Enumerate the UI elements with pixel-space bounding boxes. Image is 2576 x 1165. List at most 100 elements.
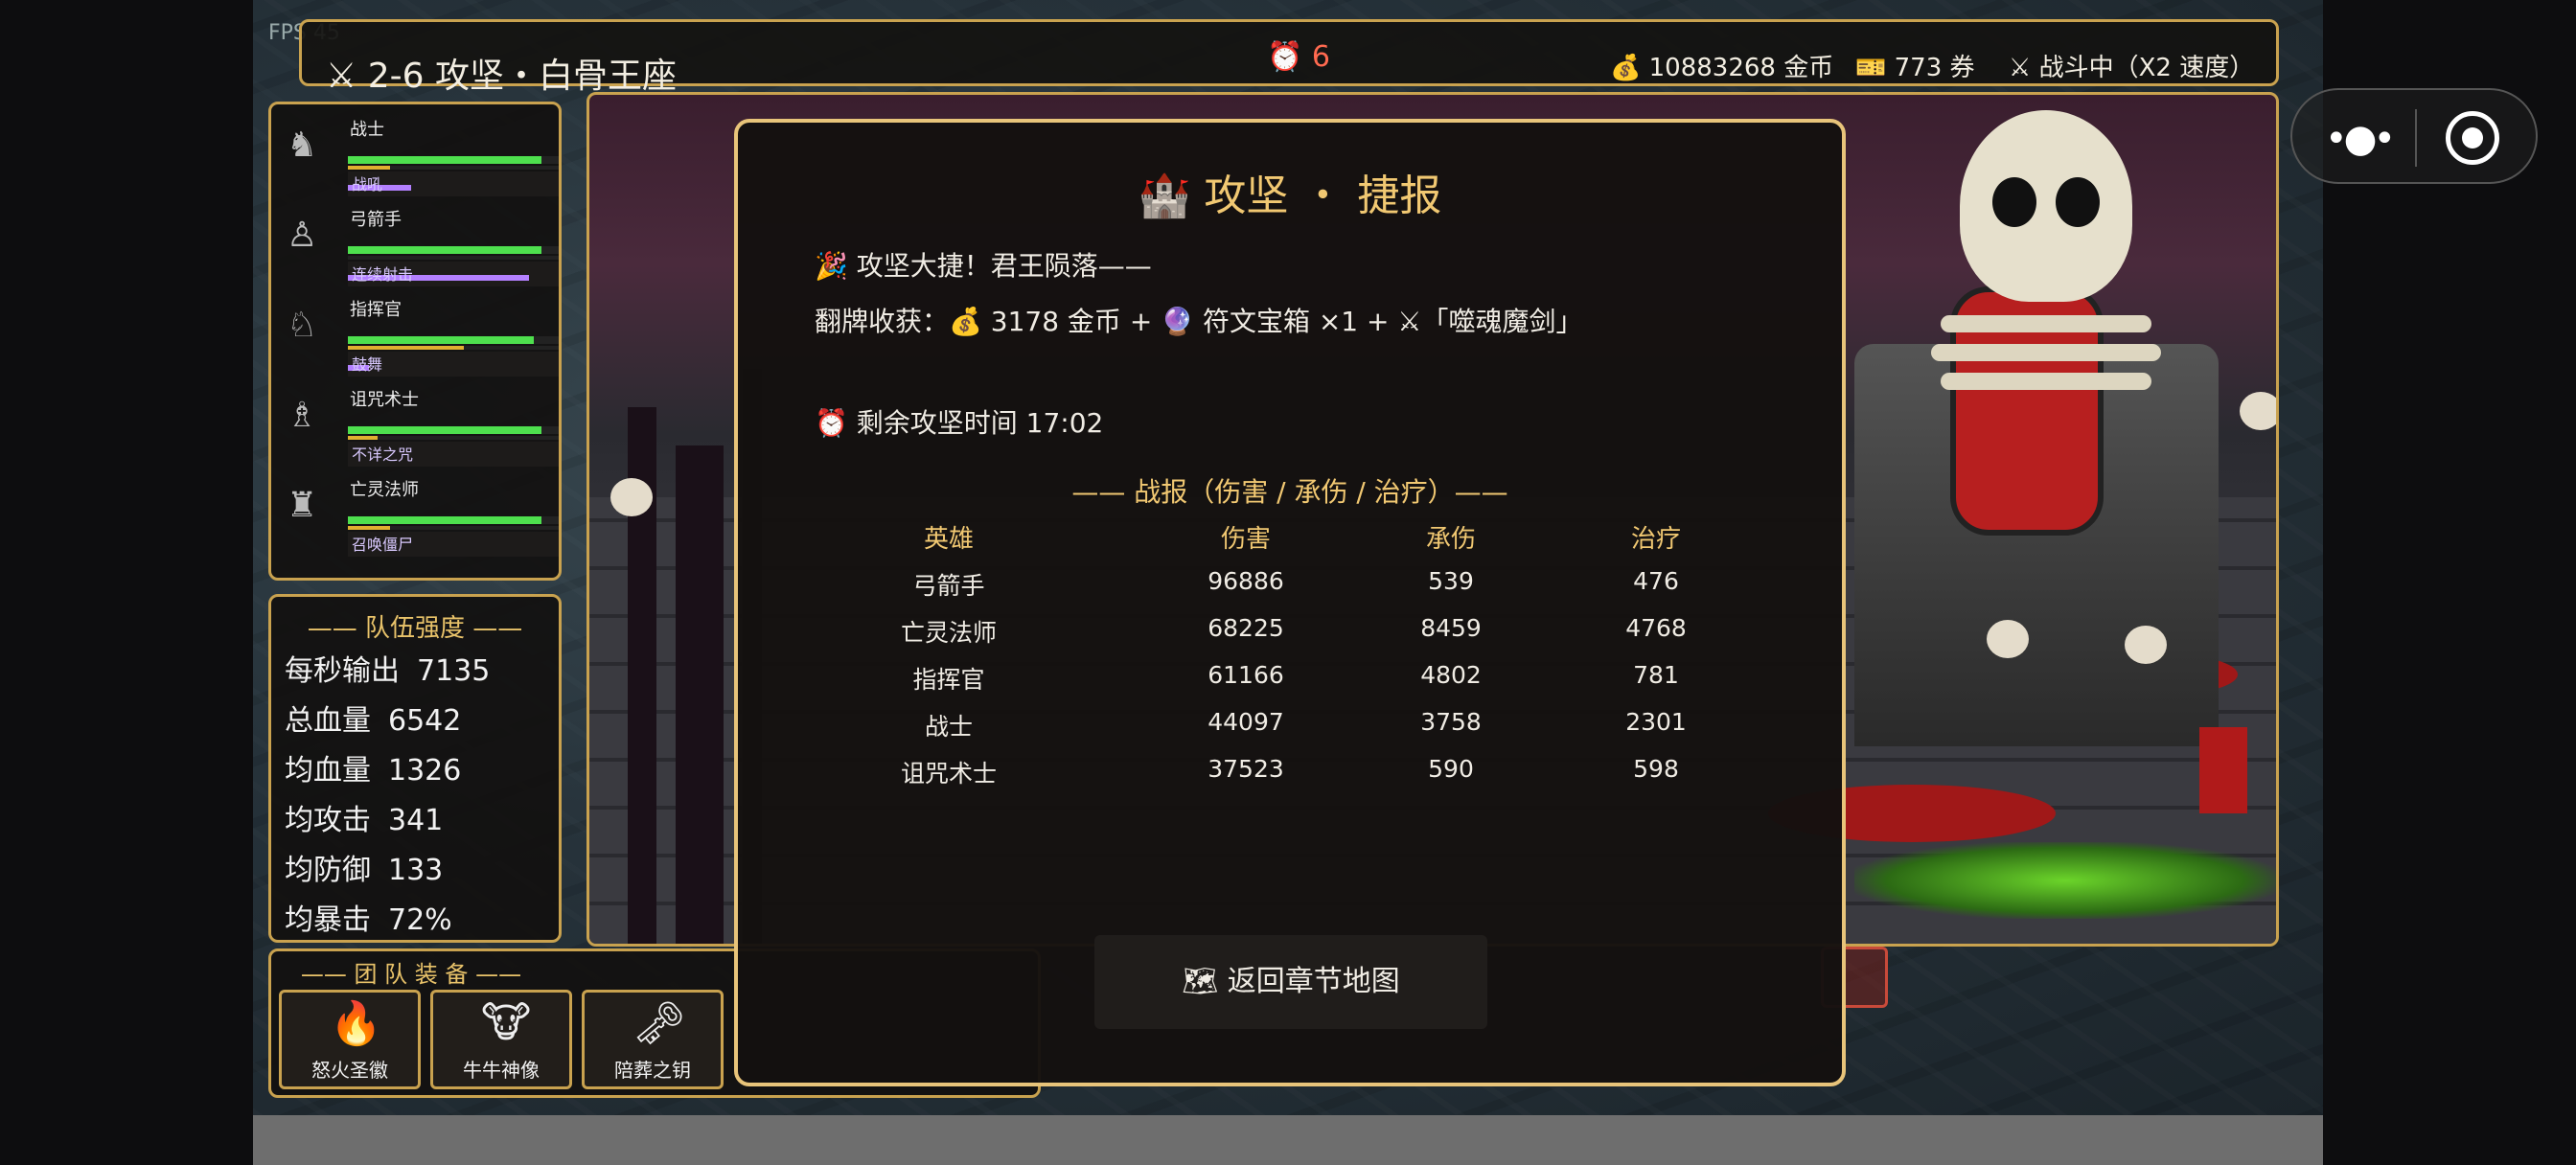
equipment-slot-bull-idol[interactable]: 🐮 牛牛神像 (430, 990, 572, 1089)
skill-bar: 鼓舞 (348, 352, 559, 377)
stat-label: 总血量 (285, 704, 371, 738)
energy-fill (348, 166, 390, 170)
rib (1941, 373, 2151, 390)
rib (1941, 315, 2151, 332)
column-header-damage: 伤害 (1220, 525, 1271, 554)
energy-fill (348, 526, 390, 530)
archer-icon: ♙ (287, 216, 318, 255)
skill-name: 鼓舞 (352, 355, 383, 374)
hp-fill (348, 426, 542, 434)
knight-icon: ♞ (287, 126, 318, 165)
equipment-name: 牛牛神像 (463, 1059, 540, 1082)
cell-taken: 3758 (1420, 708, 1482, 736)
energy-bar (348, 526, 559, 530)
skill-bar: 不详之咒 (348, 442, 559, 467)
stage-title: ⚔ 2-6 攻坚・白骨王座 (326, 57, 677, 96)
ticket-counter: 🎫 773 券 (1855, 54, 1975, 82)
skill-bar: 召唤僵尸 (348, 532, 559, 557)
energy-bar (348, 256, 559, 260)
stat-value: 1326 (388, 754, 462, 788)
team-strength-panel: —— 队伍强度 —— 每秒输出 7135 总血量 6542 均血量 1326 均攻击 3… (268, 594, 562, 943)
small-skull (610, 478, 653, 516)
warlock-icon: ♗ (287, 396, 318, 435)
rib (1931, 344, 2161, 361)
countdown-badge: ⏰ 6 (1267, 40, 1330, 74)
more-menu-icon[interactable]: •●• (2325, 117, 2396, 161)
cell-hero: 指挥官 (912, 666, 985, 694)
cell-heal: 598 (1633, 755, 1679, 783)
bull-idol-icon: 🐮 (481, 998, 532, 1047)
equipment-name: 陪葬之钥 (614, 1059, 691, 1082)
skill-bar: 战吼 (348, 171, 559, 196)
column-header-taken: 承伤 (1425, 525, 1476, 554)
hp-bar (348, 336, 559, 344)
stat-label: 均暴击 (285, 903, 371, 937)
fire-emblem-icon: 🔥 (330, 999, 382, 1048)
hero-row-commander[interactable]: ♘ 指挥官 鼓舞 (281, 292, 559, 378)
stat-label: 每秒输出 (285, 654, 400, 688)
cell-heal: 476 (1633, 567, 1679, 595)
green-slime (1854, 842, 2276, 919)
stat-label: 均血量 (285, 754, 371, 788)
small-skull (2125, 626, 2167, 664)
hp-bar (348, 156, 559, 164)
hp-fill (348, 156, 542, 164)
hp-fill (348, 336, 534, 344)
equipment-slot-fire-emblem[interactable]: 🔥 怒火圣徽 (279, 990, 421, 1089)
cell-hero: 诅咒术士 (900, 760, 997, 788)
battle-status[interactable]: ⚔ 战斗中（X2 速度） (2009, 48, 2254, 83)
hero-row-necromancer[interactable]: ♜ 亡灵法师 召唤僵尸 (281, 472, 559, 559)
cell-damage: 44097 (1208, 708, 1284, 736)
heroes-panel: ♞ 战士 战吼 ♙ 弓箭手 连续射击 ♘ 指挥官 鼓舞 ♗ 诅咒术士 不详之咒 … (268, 102, 562, 581)
remaining-time: ⏰ 剩余攻坚时间 17:02 (815, 407, 1104, 439)
small-skull (1987, 620, 2029, 658)
column-header-heal: 治疗 (1630, 525, 1681, 554)
stat-label: 均防御 (285, 854, 371, 887)
stat-avg-hp: 均血量 1326 (285, 746, 461, 788)
cell-damage: 37523 (1208, 755, 1284, 783)
spire (676, 445, 724, 944)
hero-row-warlock[interactable]: ♗ 诅咒术士 不详之咒 (281, 382, 559, 468)
victory-report-modal: 🏰 攻坚 ・ 捷报 🎉 攻坚大捷！君王陨落—— 翻牌收获：💰 3178 金币 +… (734, 119, 1846, 1086)
stat-value: 341 (388, 804, 444, 837)
stat-dps: 每秒输出 7135 (285, 647, 490, 689)
cell-heal: 2301 (1625, 708, 1687, 736)
panel-title: —— 团 队 装 备 —— (300, 961, 522, 988)
loot-summary: 翻牌收获：💰 3178 金币 + 🔮 符文宝箱 ×1 + ⚔「噬魂魔剑」 (815, 306, 1583, 337)
stat-avg-attack: 均攻击 341 (285, 796, 443, 838)
close-miniprogram-icon[interactable] (2446, 111, 2499, 165)
hero-name: 弓箭手 (350, 210, 402, 230)
panel-title: —— 队伍强度 —— (307, 614, 523, 643)
cell-taken: 539 (1428, 567, 1474, 595)
battle-report-title: —— 战报（伤害 / 承伤 / 治疗）—— (1071, 476, 1508, 508)
cell-hero: 弓箭手 (912, 572, 985, 600)
column-header-hero: 英雄 (923, 525, 974, 554)
skeleton-king-skull (1960, 110, 2132, 302)
hp-bar (348, 426, 559, 434)
victory-message: 🎉 攻坚大捷！君王陨落—— (815, 250, 1152, 282)
return-to-chapter-map-button[interactable]: 🗺 返回章节地图 (1094, 935, 1487, 1029)
equipment-slot-burial-key[interactable]: 🗝 陪葬之钥 (582, 990, 724, 1089)
hp-fill (348, 516, 542, 524)
hero-name: 指挥官 (350, 300, 402, 320)
stat-label: 均攻击 (285, 804, 371, 837)
stat-value: 133 (388, 854, 444, 887)
capsule-divider (2415, 109, 2417, 167)
hero-row-archer[interactable]: ♙ 弓箭手 连续射击 (281, 202, 559, 288)
cell-heal: 4768 (1625, 614, 1687, 642)
small-skull (2240, 392, 2276, 430)
bottom-strip (253, 1115, 2323, 1165)
skill-name: 连续射击 (352, 265, 414, 284)
hero-row-warrior[interactable]: ♞ 战士 战吼 (281, 112, 559, 198)
hero-name: 诅咒术士 (350, 390, 419, 410)
miniprogram-capsule: •●• (2290, 88, 2538, 184)
stat-total-hp: 总血量 6542 (285, 697, 461, 739)
gold-counter: 💰 10883268 金币 (1610, 54, 1834, 82)
cell-hero: 亡灵法师 (900, 619, 997, 647)
cell-hero: 战士 (924, 713, 973, 741)
commander-icon: ♘ (287, 306, 318, 345)
red-banner (2199, 727, 2247, 813)
energy-fill (348, 346, 464, 350)
stat-value: 6542 (388, 704, 462, 738)
energy-bar (348, 346, 559, 350)
